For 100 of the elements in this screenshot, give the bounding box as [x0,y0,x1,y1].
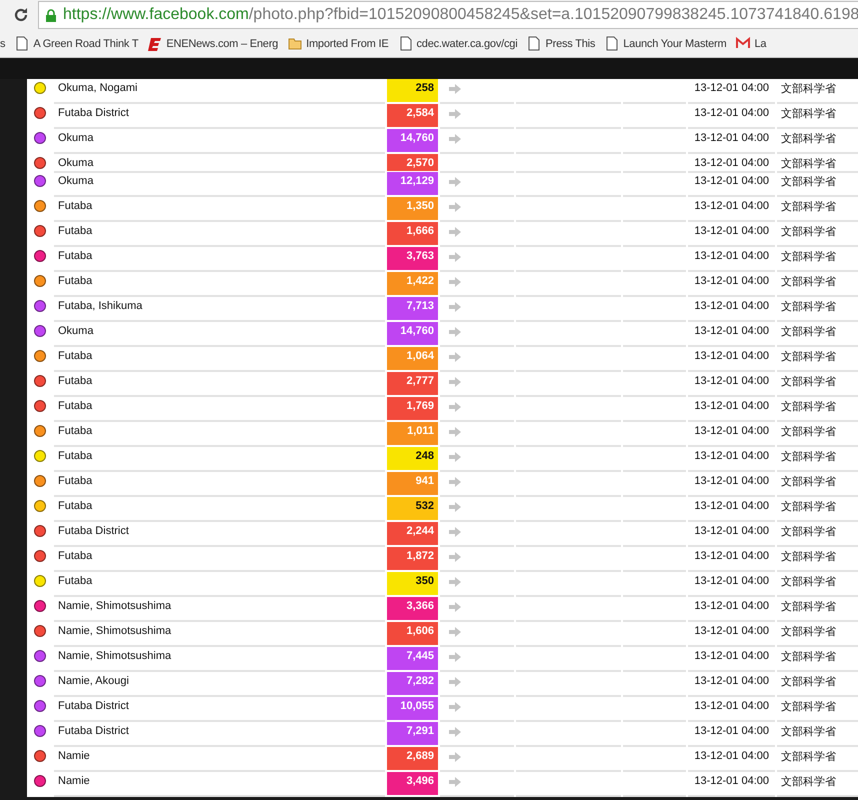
arrow-icon[interactable] [448,351,462,363]
arrow-icon[interactable] [448,176,462,188]
location-name: Okuma, Nogami [54,79,385,104]
arrow-icon[interactable] [448,376,462,388]
source-text: 文部科学省 [777,572,858,597]
source-text: 文部科学省 [777,447,858,472]
arrow-icon[interactable] [448,776,462,788]
source-text: 文部科学省 [777,322,858,347]
dose-value: 248 [387,447,438,472]
bookmark-link[interactable]: s [0,38,6,50]
location-name: Futaba [54,447,385,472]
source-text: 文部科学省 [777,154,858,173]
folder-icon [288,36,302,51]
arrow-icon[interactable] [448,601,462,613]
timestamp: 13-12-01 04:00 [688,197,775,222]
arrow-icon[interactable] [448,701,462,713]
timestamp: 13-12-01 04:00 [688,647,775,672]
location-name: Futaba District [54,697,385,722]
arrow-icon[interactable] [448,401,462,413]
timestamp: 13-12-01 04:00 [688,104,775,129]
dose-value: 7,713 [387,297,438,322]
location-name: Okuma [54,129,385,154]
source-text: 文部科学省 [777,347,858,372]
location-name: Futaba [54,472,385,497]
timestamp: 13-12-01 04:00 [688,572,775,597]
location-name: Futaba [54,247,385,272]
timestamp: 13-12-01 04:00 [688,372,775,397]
arrow-icon[interactable] [448,651,462,663]
timestamp: 13-12-01 04:00 [688,597,775,622]
arrow-icon[interactable] [448,201,462,213]
source-text: 文部科学省 [777,697,858,722]
location-name: Namie, Shimotsushima [54,597,385,622]
source-text: 文部科学省 [777,672,858,697]
bookmark-link[interactable]: Launch Your Masterm [623,38,726,50]
arrow-icon[interactable] [448,301,462,313]
page-icon [605,36,620,51]
source-text: 文部科学省 [777,272,858,297]
bookmark-link[interactable]: Imported From IE [306,38,388,50]
dose-value: 2,244 [387,522,438,547]
arrow-icon[interactable] [448,276,462,288]
dose-value: 14,760 [387,129,438,154]
location-name: Futaba [54,222,385,247]
source-text: 文部科学省 [777,497,858,522]
bookmark-link[interactable]: Press This [545,38,596,50]
arrow-icon[interactable] [448,476,462,488]
source-text: 文部科学省 [777,247,858,272]
dose-value: 7,445 [387,647,438,672]
dose-value: 12,129 [387,172,438,197]
arrow-icon[interactable] [448,251,462,263]
timestamp: 13-12-01 04:00 [688,347,775,372]
arrow-icon[interactable] [448,526,462,538]
dose-value: 2,777 [387,372,438,397]
arrow-icon[interactable] [448,326,462,338]
bookmark-link[interactable]: ENENews.com – Energ [166,38,278,50]
arrow-icon[interactable] [448,626,462,638]
source-text: 文部科学省 [777,222,858,247]
location-name: Namie, Shimotsushima [54,622,385,647]
location-name: Namie [54,772,385,797]
arrow-icon[interactable] [448,451,462,463]
dose-value: 3,366 [387,597,438,622]
timestamp: 13-12-01 04:00 [688,747,775,772]
arrow-icon[interactable] [448,133,462,145]
arrow-icon[interactable] [448,676,462,688]
dose-value: 1,606 [387,622,438,647]
bookmark-link[interactable]: A Green Road Think T [33,38,138,50]
arrow-icon[interactable] [448,551,462,563]
dose-value: 350 [387,572,438,597]
location-name: Namie, Shimotsushima [54,647,385,672]
location-name: Namie, Akougi [54,672,385,697]
reload-icon[interactable] [12,6,30,24]
arrow-icon[interactable] [448,726,462,738]
timestamp: 13-12-01 04:00 [688,154,775,173]
timestamp: 13-12-01 04:00 [688,222,775,247]
arrow-icon[interactable] [448,426,462,438]
dose-value: 14,760 [387,322,438,347]
arrow-icon[interactable] [448,751,462,763]
timestamp: 13-12-01 04:00 [688,129,775,154]
bookmark-link[interactable]: La [754,38,766,50]
arrow-icon[interactable] [448,226,462,238]
arrow-icon[interactable] [448,576,462,588]
bookmark-link[interactable]: cdec.water.ca.gov/cgi [416,38,518,50]
source-text: 文部科学省 [777,472,858,497]
timestamp: 13-12-01 04:00 [688,297,775,322]
source-text: 文部科学省 [777,79,858,104]
dose-value: 1,350 [387,197,438,222]
dose-value: 7,291 [387,722,438,747]
dose-value: 1,872 [387,547,438,572]
location-name: Futaba District [54,522,385,547]
arrow-icon[interactable] [448,83,462,95]
arrow-icon[interactable] [448,108,462,120]
location-name: Futaba [54,347,385,372]
location-name: Futaba [54,497,385,522]
location-name: Futaba [54,422,385,447]
source-text: 文部科学省 [777,747,858,772]
timestamp: 13-12-01 04:00 [688,497,775,522]
location-name: Futaba District [54,722,385,747]
location-name: Futaba [54,372,385,397]
arrow-icon[interactable] [448,501,462,513]
dose-value: 7,282 [387,672,438,697]
location-name: Futaba District [54,104,385,129]
